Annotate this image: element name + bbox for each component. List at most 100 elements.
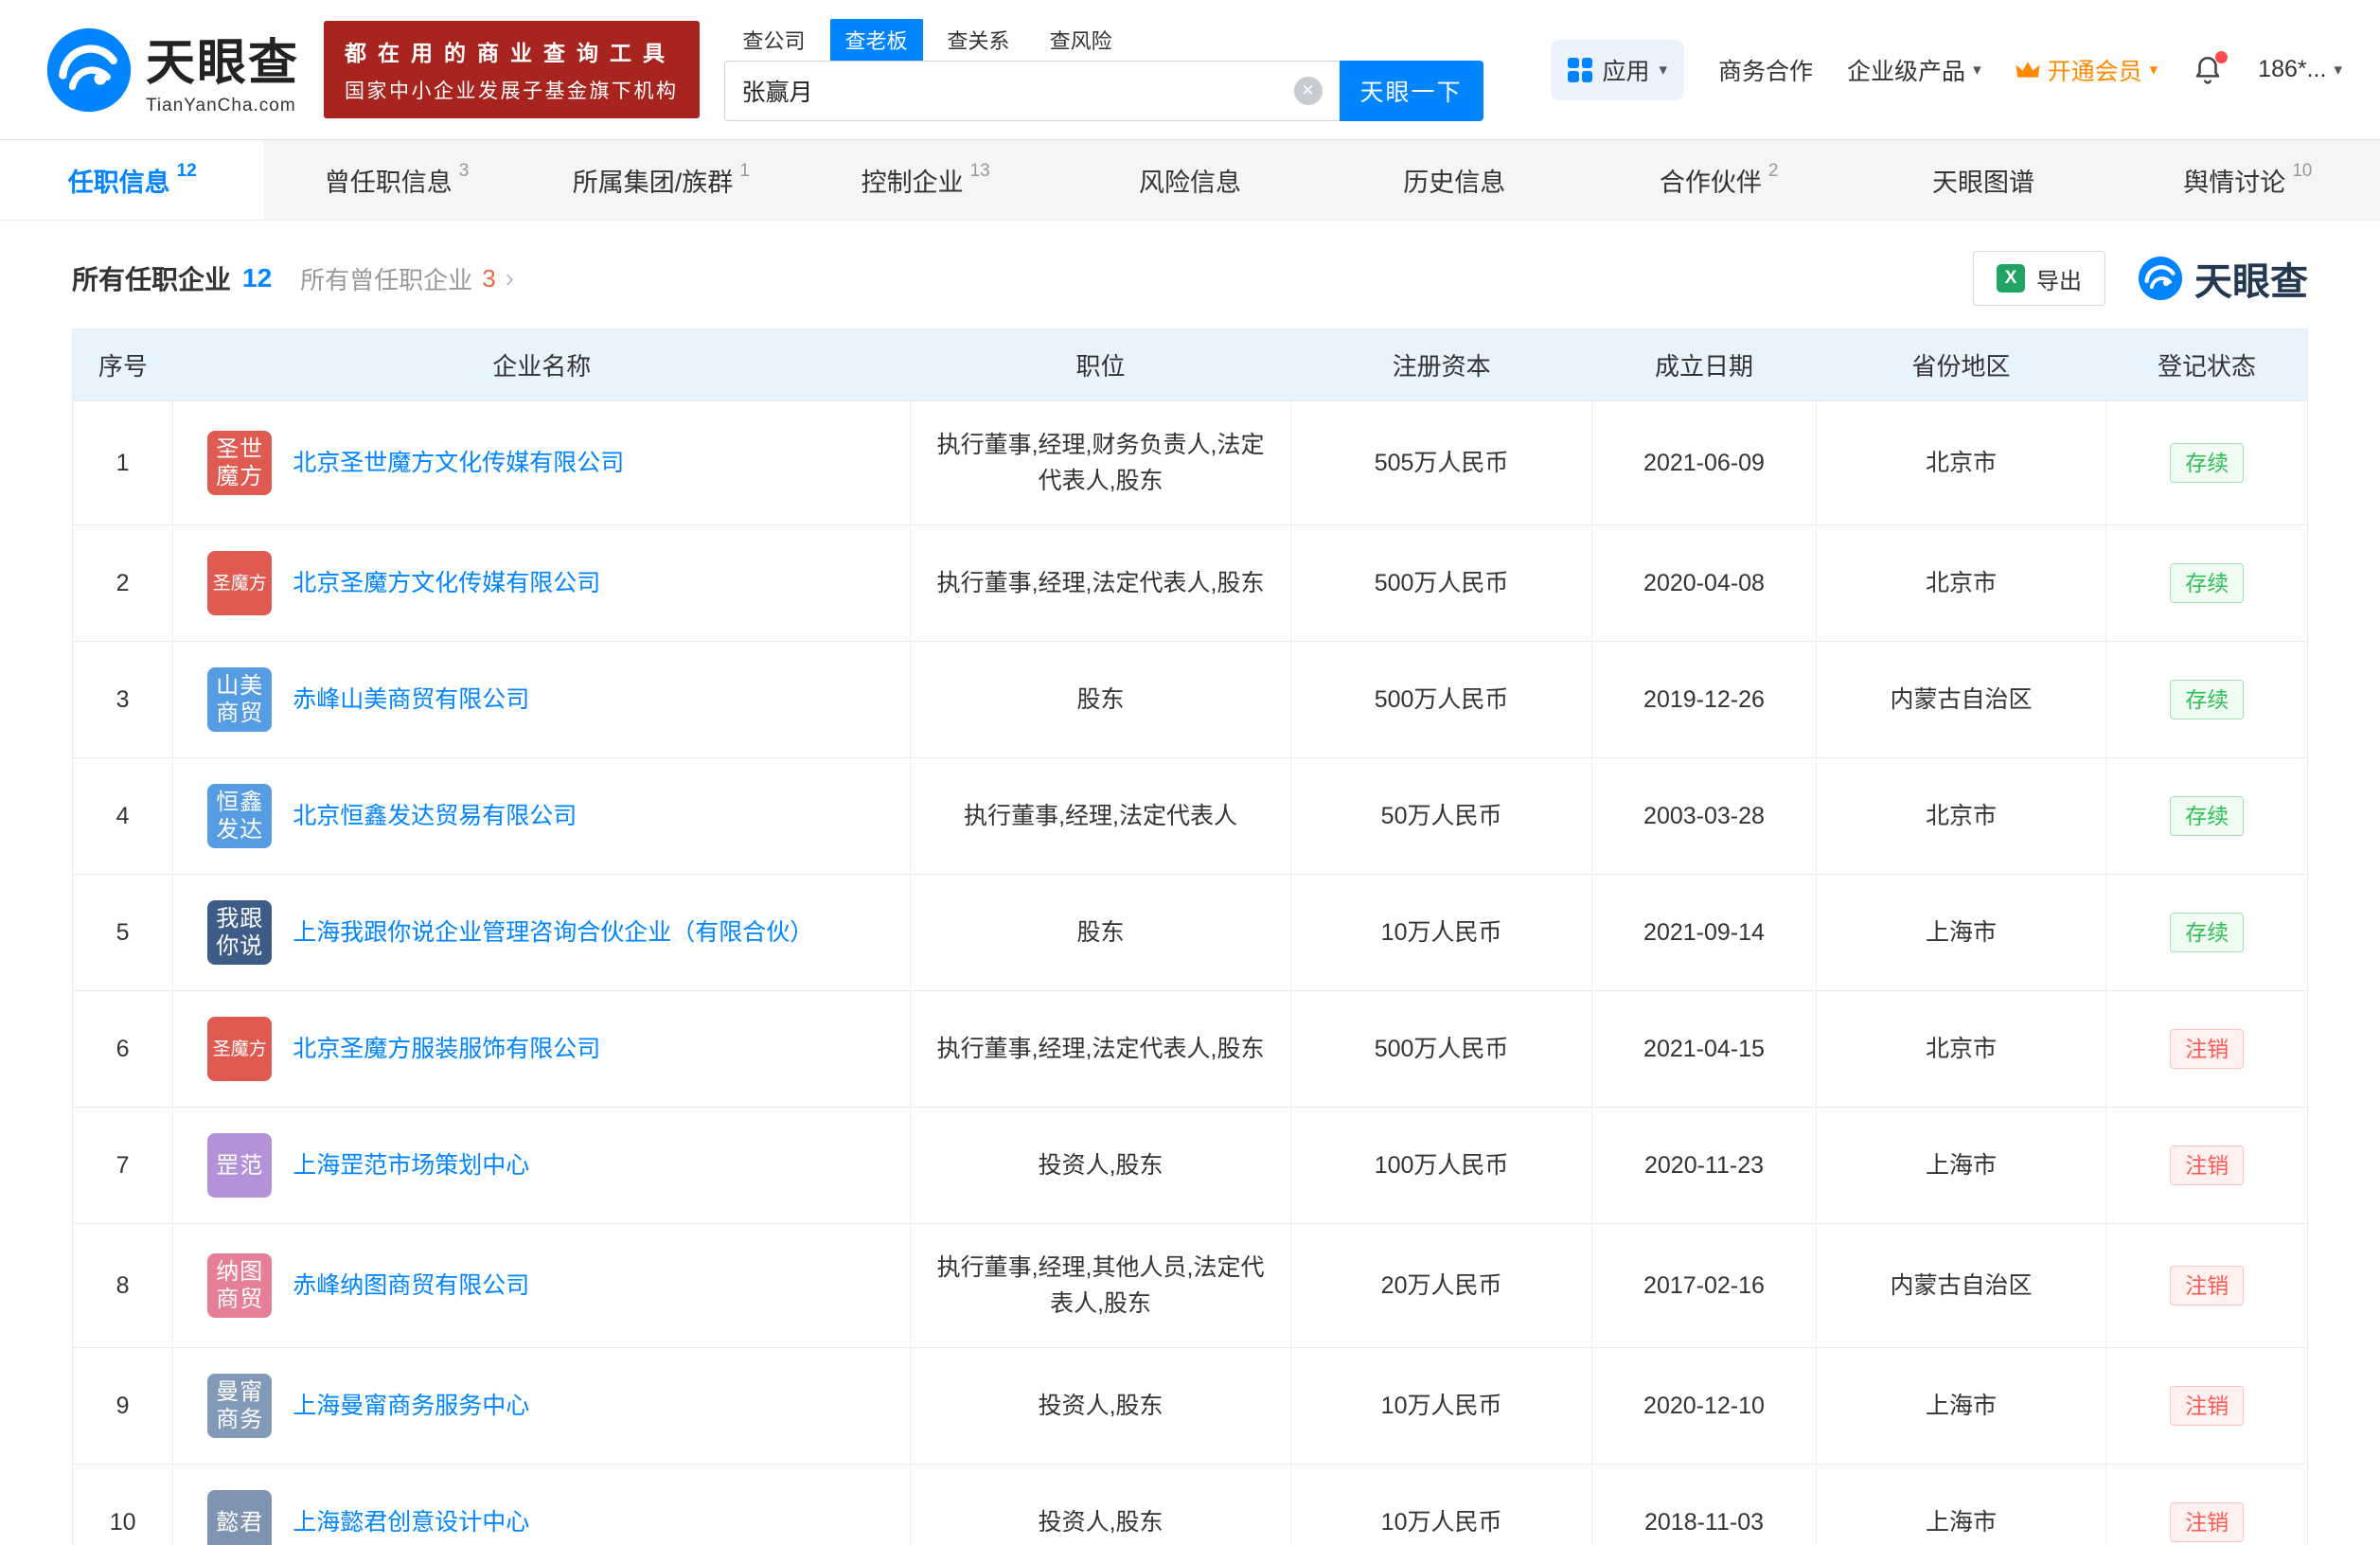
search-row: ✕ 天眼一下 bbox=[723, 60, 1483, 121]
clear-icon[interactable]: ✕ bbox=[1293, 76, 1323, 105]
search-tab-查公司[interactable]: 查公司 bbox=[728, 19, 821, 61]
tab-bar: 任职信息 12 曾任职信息 3 所属集团/族群 1 控制企业 13 风险信息 历史信息 合作伙伴 2 天… bbox=[0, 139, 2380, 221]
caret-down-icon: ▾ bbox=[1973, 60, 1981, 79]
status-cell: 注销 bbox=[2105, 1464, 2308, 1545]
status-badge: 存续 bbox=[2170, 913, 2245, 952]
logo-subtitle: TianYanCha.com bbox=[146, 96, 296, 115]
apps-label: 应用 bbox=[1602, 58, 1650, 85]
company-avatar: 纳图 商贸 bbox=[207, 1253, 273, 1318]
tab-label: 合作伙伴 bbox=[1659, 168, 1762, 197]
status-cell: 存续 bbox=[2105, 400, 2308, 525]
avatar-text: 商贸 bbox=[216, 1287, 264, 1312]
company-link[interactable]: 上海曼甯商务服务中心 bbox=[293, 1388, 529, 1424]
tab-历史信息[interactable]: 历史信息 bbox=[1323, 140, 1587, 220]
table-row: 3 山美 商贸 赤峰山美商贸有限公司 股东 500万人民币 2019-12-26… bbox=[72, 641, 2308, 758]
company-link[interactable]: 北京圣魔方文化传媒有限公司 bbox=[293, 565, 600, 601]
tianyancha-watermark-icon bbox=[2138, 256, 2183, 301]
company-cell: 山美 商贸 赤峰山美商贸有限公司 bbox=[172, 641, 912, 758]
tab-舆情讨论[interactable]: 舆情讨论 10 bbox=[2116, 140, 2380, 220]
status-cell: 注销 bbox=[2105, 1107, 2308, 1224]
former-positions-link[interactable]: 所有曾任职企业 3 › bbox=[300, 261, 514, 296]
date-cell: 2018-11-03 bbox=[1591, 1464, 1817, 1545]
capital-cell: 500万人民币 bbox=[1290, 524, 1593, 642]
company-avatar: 我跟 你说 bbox=[207, 900, 273, 965]
column-header: 成立日期 bbox=[1591, 329, 1817, 401]
company-avatar: 曼甯 商务 bbox=[207, 1374, 273, 1438]
search-button[interactable]: 天眼一下 bbox=[1339, 60, 1483, 121]
tab-控制企业[interactable]: 控制企业 13 bbox=[793, 140, 1057, 220]
status-badge: 注销 bbox=[2170, 1386, 2245, 1426]
tab-任职信息[interactable]: 任职信息 12 bbox=[0, 140, 265, 220]
position-cell: 投资人,股东 bbox=[910, 1464, 1291, 1545]
status-cell: 存续 bbox=[2105, 757, 2308, 875]
company-cell: 我跟 你说 上海我跟你说企业管理咨询合伙企业（有限合伙） bbox=[172, 874, 912, 991]
account-menu[interactable]: 186*... ▾ bbox=[2258, 56, 2342, 83]
search-tab-查关系[interactable]: 查关系 bbox=[932, 19, 1025, 61]
search-tabs: 查公司 查老板 查关系 查风险 bbox=[728, 18, 1483, 61]
header-nav: 应用 ▾ 商务合作 企业级产品 ▾ 开通会员 ▾ 186*... ▾ bbox=[1551, 39, 2342, 100]
promo-banner[interactable]: 都在用的商业查询工具 国家中小企业发展子基金旗下机构 bbox=[324, 21, 700, 118]
avatar-text: 山美 bbox=[216, 673, 264, 699]
tab-count: 12 bbox=[176, 161, 197, 181]
apps-menu-button[interactable]: 应用 ▾ bbox=[1551, 39, 1685, 100]
company-cell: 圣魔方 北京圣魔方文化传媒有限公司 bbox=[172, 524, 912, 642]
nav-business-cooperation[interactable]: 商务合作 bbox=[1718, 53, 1813, 87]
section-header: 所有任职企业 12 所有曾任职企业 3 › X 导出 天眼查 bbox=[72, 251, 2308, 306]
avatar-text: 商务 bbox=[216, 1407, 264, 1432]
tianyancha-logo-icon bbox=[46, 27, 132, 112]
company-link[interactable]: 赤峰纳图商贸有限公司 bbox=[293, 1268, 529, 1304]
company-cell: 懿君 上海懿君创意设计中心 bbox=[172, 1464, 912, 1545]
tab-label: 曾任职信息 bbox=[324, 168, 453, 197]
company-link[interactable]: 北京圣世魔方文化传媒有限公司 bbox=[293, 445, 624, 481]
tab-天眼图谱[interactable]: 天眼图谱 bbox=[1851, 140, 2115, 220]
company-link[interactable]: 上海我跟你说企业管理咨询合伙企业（有限合伙） bbox=[293, 915, 813, 950]
main-content: 所有任职企业 12 所有曾任职企业 3 › X 导出 天眼查 序号 企业名称 职… bbox=[0, 251, 2380, 1545]
column-header: 登记状态 bbox=[2105, 329, 2308, 401]
capital-cell: 505万人民币 bbox=[1290, 400, 1593, 525]
company-link[interactable]: 北京圣魔方服装服饰有限公司 bbox=[293, 1031, 600, 1067]
tab-count: 10 bbox=[2292, 161, 2313, 181]
site-logo[interactable]: 天眼查 TianYanCha.com bbox=[45, 23, 299, 116]
tab-所属集团/族群[interactable]: 所属集团/族群 1 bbox=[529, 140, 793, 220]
caret-down-icon: ▾ bbox=[2334, 60, 2342, 79]
search-input-wrap: ✕ bbox=[723, 60, 1340, 121]
nav-enterprise-products[interactable]: 企业级产品 ▾ bbox=[1847, 53, 1981, 87]
section-title: 所有任职企业 bbox=[72, 265, 232, 294]
region-cell: 内蒙古自治区 bbox=[1816, 641, 2107, 758]
search-tab-查风险[interactable]: 查风险 bbox=[1035, 19, 1128, 61]
watermark-logo: 天眼查 bbox=[2138, 251, 2308, 306]
tab-label: 历史信息 bbox=[1403, 168, 1506, 197]
status-cell: 存续 bbox=[2105, 524, 2308, 642]
avatar-text: 圣魔方 bbox=[212, 1039, 267, 1059]
nav-open-membership[interactable]: 开通会员 ▾ bbox=[2016, 53, 2158, 87]
notifications-bell[interactable] bbox=[2192, 50, 2229, 86]
position-cell: 执行董事,经理,其他人员,法定代表人,股东 bbox=[910, 1223, 1291, 1348]
status-badge: 存续 bbox=[2170, 443, 2245, 483]
tab-合作伙伴[interactable]: 合作伙伴 2 bbox=[1587, 140, 1851, 220]
date-cell: 2020-04-08 bbox=[1591, 524, 1817, 642]
search-tab-查老板[interactable]: 查老板 bbox=[829, 18, 923, 61]
search-input[interactable] bbox=[741, 77, 1294, 104]
company-link[interactable]: 上海懿君创意设计中心 bbox=[293, 1504, 529, 1540]
region-cell: 北京市 bbox=[1816, 524, 2107, 642]
region-cell: 北京市 bbox=[1816, 757, 2107, 875]
tab-曾任职信息[interactable]: 曾任职信息 3 bbox=[264, 140, 528, 220]
avatar-text: 魔方 bbox=[216, 464, 264, 489]
avatar-text: 懿君 bbox=[216, 1509, 264, 1536]
table-row: 4 恒鑫 发达 北京恒鑫发达贸易有限公司 执行董事,经理,法定代表人 50万人民… bbox=[72, 757, 2308, 875]
company-link[interactable]: 赤峰山美商贸有限公司 bbox=[293, 682, 529, 718]
capital-cell: 10万人民币 bbox=[1290, 1464, 1593, 1545]
date-cell: 2003-03-28 bbox=[1591, 757, 1817, 875]
company-link[interactable]: 上海罡范市场策划中心 bbox=[293, 1147, 529, 1183]
company-link[interactable]: 北京恒鑫发达贸易有限公司 bbox=[293, 798, 577, 834]
export-button[interactable]: X 导出 bbox=[1973, 251, 2105, 306]
tab-count: 1 bbox=[739, 161, 750, 181]
membership-label: 开通会员 bbox=[2047, 58, 2142, 85]
company-cell: 圣世 魔方 北京圣世魔方文化传媒有限公司 bbox=[172, 400, 912, 525]
avatar-text: 圣魔方 bbox=[212, 573, 267, 594]
tab-风险信息[interactable]: 风险信息 bbox=[1057, 140, 1322, 220]
company-avatar: 恒鑫 发达 bbox=[207, 784, 273, 848]
enterprise-products-label: 企业级产品 bbox=[1847, 58, 1966, 85]
position-cell: 执行董事,经理,财务负责人,法定代表人,股东 bbox=[910, 400, 1291, 525]
company-avatar: 圣魔方 bbox=[207, 551, 273, 615]
